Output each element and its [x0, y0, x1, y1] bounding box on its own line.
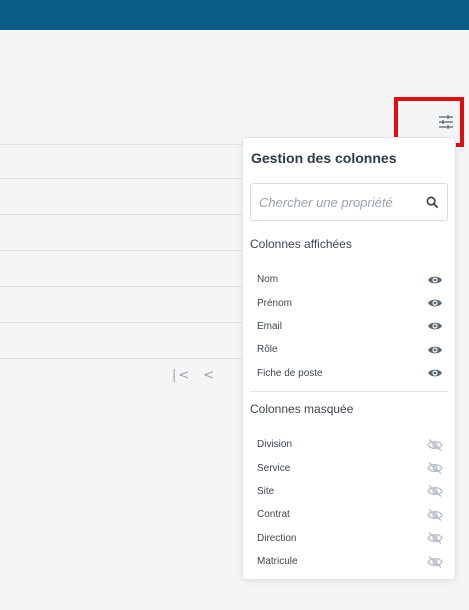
column-item[interactable]: Prénom [243, 291, 457, 314]
column-label: Prénom [257, 297, 293, 309]
panel-title: Gestion des colonnes [251, 150, 397, 166]
column-item[interactable]: Division [243, 433, 457, 456]
hidden-columns-list: Division Service Site Contrat Direction Matri… [243, 433, 457, 573]
column-label: Contrat [257, 509, 290, 521]
column-label: Fiche de poste [257, 367, 323, 379]
column-item[interactable]: Contrat [243, 503, 457, 526]
column-item[interactable]: Direction [243, 527, 457, 550]
column-label: Division [257, 439, 293, 451]
previous-page-icon[interactable]: < [203, 368, 216, 383]
shown-columns-list: Nom Prénom Email Rôle Fiche de poste [243, 268, 457, 385]
pagination: |< < [172, 368, 228, 383]
column-management-panel: Gestion des colonnes Colonnes affichées … [242, 137, 456, 580]
eye-icon[interactable] [427, 367, 443, 379]
table-row-divider [0, 250, 260, 251]
column-label: Service [257, 462, 291, 474]
column-label: Email [257, 320, 283, 332]
table-header-top-border [0, 144, 260, 145]
eye-off-icon[interactable] [427, 485, 443, 498]
top-app-bar [0, 0, 469, 30]
first-page-icon[interactable]: |< [172, 368, 191, 383]
column-label: Direction [257, 532, 297, 544]
table-row-divider [0, 178, 260, 179]
eye-off-icon[interactable] [427, 532, 443, 545]
column-label: Nom [257, 274, 279, 286]
eye-icon[interactable] [427, 344, 443, 356]
shown-columns-heading: Colonnes affichées [250, 237, 352, 251]
column-item[interactable]: Email [243, 315, 457, 338]
column-item[interactable]: Rôle [243, 338, 457, 361]
hidden-columns-heading: Colonnes masquée [250, 402, 354, 416]
eye-off-icon[interactable] [427, 462, 443, 475]
eye-icon[interactable] [427, 274, 443, 286]
table-row-divider [0, 214, 260, 215]
eye-icon[interactable] [427, 320, 443, 332]
column-label: Matricule [257, 556, 298, 568]
table-row-divider [0, 358, 260, 359]
column-item[interactable]: Service [243, 456, 457, 479]
table-row-divider [0, 286, 260, 287]
column-label: Site [257, 485, 275, 497]
column-label: Rôle [257, 344, 278, 356]
column-item[interactable]: Site [243, 480, 457, 503]
search-icon[interactable] [426, 196, 439, 209]
search-field[interactable] [250, 183, 448, 221]
eye-off-icon[interactable] [427, 438, 443, 451]
column-item[interactable]: Nom [243, 268, 457, 291]
table-row-divider [0, 322, 260, 323]
eye-icon[interactable] [427, 297, 443, 309]
section-divider [250, 391, 448, 392]
eye-off-icon[interactable] [427, 508, 443, 521]
sliders-icon [439, 115, 453, 129]
search-input[interactable] [259, 194, 426, 210]
eye-off-icon[interactable] [427, 555, 443, 568]
column-item[interactable]: Matricule [243, 550, 457, 573]
column-item[interactable]: Fiche de poste [243, 362, 457, 385]
